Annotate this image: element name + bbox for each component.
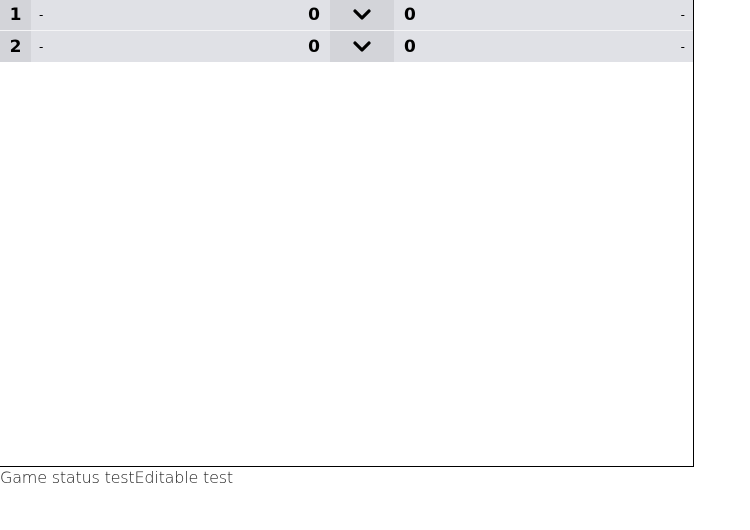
games-panel: 1 - 0 0 - 2 - 0 0 - — [0, 0, 694, 467]
game-row[interactable]: 2 - 0 0 - — [0, 31, 693, 62]
away-team-score: 0 — [404, 36, 416, 57]
game-status-text: Game status test — [0, 468, 135, 487]
home-team-score: 0 — [308, 5, 320, 25]
game-row[interactable]: 1 - 0 0 - — [0, 0, 693, 30]
away-team-score: 0 — [404, 5, 416, 25]
away-team-name: - — [680, 8, 685, 22]
chevron-down-icon — [353, 9, 371, 20]
home-team-name: - — [39, 39, 44, 54]
footer-status: Game status testEditable test — [0, 468, 233, 487]
game-number: 1 — [0, 0, 31, 30]
expand-game-button[interactable] — [330, 0, 394, 30]
expand-game-button[interactable] — [330, 31, 394, 62]
editable-text[interactable]: Editable test — [135, 468, 234, 487]
away-team-name: - — [680, 39, 685, 54]
game-number: 2 — [0, 31, 31, 62]
home-team-name: - — [39, 8, 44, 22]
chevron-down-icon — [353, 40, 371, 52]
home-team-score: 0 — [308, 36, 320, 57]
